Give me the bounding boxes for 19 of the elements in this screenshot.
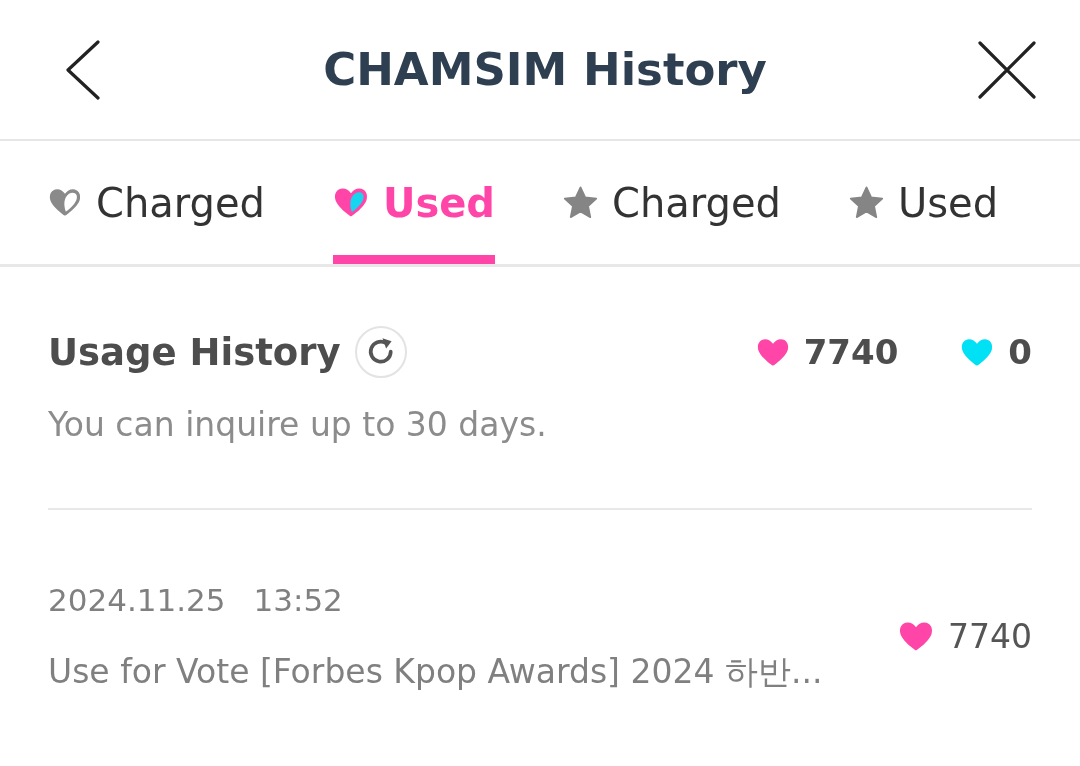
page-title: CHAMSIM History [323, 47, 767, 92]
section-title: Usage History [48, 333, 341, 371]
history-note: You can inquire up to 30 days. [48, 405, 548, 445]
two-tone-heart-icon [332, 187, 369, 218]
close-button[interactable] [977, 39, 1037, 100]
refresh-icon [366, 338, 395, 366]
star-icon [848, 185, 884, 220]
half-heart-icon [48, 188, 82, 217]
entry-time: 13:52 [253, 584, 343, 616]
refresh-button[interactable] [354, 326, 407, 378]
balance-amount: 7740 [803, 335, 899, 369]
balance-amount: 0 [1008, 335, 1032, 369]
entry-date: 2024.11.25 [48, 584, 226, 616]
tab[interactable]: Charged [48, 141, 265, 264]
entry-description: Use for Vote [Forbes Kpop Awards] 2024 하반... [48, 652, 823, 692]
tab[interactable]: Charged [563, 141, 781, 264]
entry-amount: 7740 [948, 619, 1032, 653]
star-icon [563, 185, 598, 220]
tab[interactable]: Used [848, 141, 999, 264]
